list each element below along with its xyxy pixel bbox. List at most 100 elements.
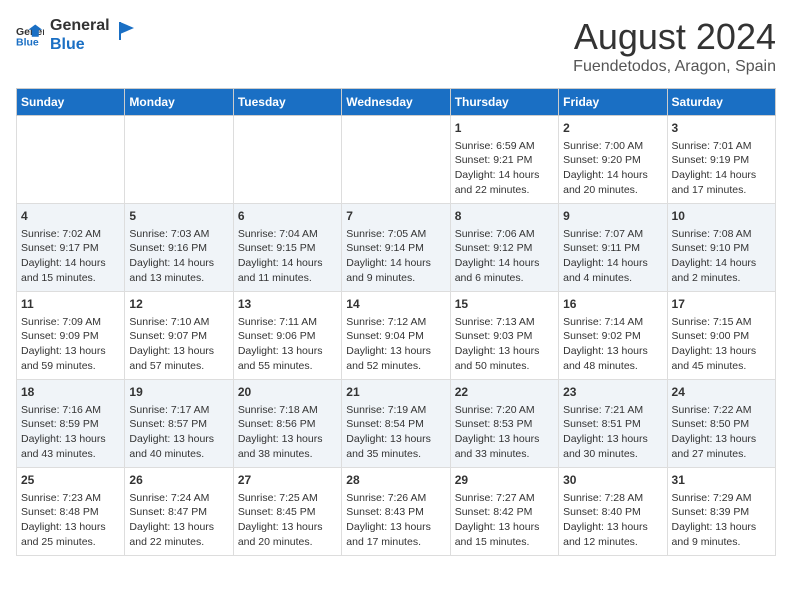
day-cell: 16Sunrise: 7:14 AMSunset: 9:02 PMDayligh…: [559, 292, 667, 380]
day-info-line: Sunrise: 7:18 AM: [238, 403, 337, 418]
day-number: 20: [238, 384, 337, 401]
day-info-line: and 55 minutes.: [238, 359, 337, 374]
week-row-4: 18 Sunrise: 7:16 AMSunset: 8:59 PM Dayligh…: [17, 380, 776, 468]
day-number: 21: [346, 384, 445, 401]
day-info-line: Sunrise: 7:25 AM: [238, 491, 337, 506]
day-cell: 27Sunrise: 7:25 AMSunset: 8:45 PMDayligh…: [233, 468, 341, 556]
day-info-line: and 59 minutes.: [21, 359, 120, 374]
day-info-line: Sunset: 9:00 PM: [672, 329, 771, 344]
day-info-line: Daylight: 14 hours: [455, 256, 554, 271]
day-info-line: Sunrise: 7:15 AM: [672, 315, 771, 330]
day-info-line: Sunrise: 7:08 AM: [672, 227, 771, 242]
day-info-line: Sunrise: 7:00 AM: [563, 139, 662, 154]
day-info-line: Sunrise: 7:06 AM: [455, 227, 554, 242]
day-info-line: Sunset: 9:15 PM: [238, 241, 337, 256]
day-info-line: Sunset: 8:48 PM: [21, 505, 120, 520]
day-info-line: Daylight: 13 hours: [129, 432, 228, 447]
day-info-line: Sunrise: 7:23 AM: [21, 491, 120, 506]
day-number: 12: [129, 296, 228, 313]
day-info-line: and 52 minutes.: [346, 359, 445, 374]
day-info-line: Sunset: 8:43 PM: [346, 505, 445, 520]
day-number: 14: [346, 296, 445, 313]
day-info-line: and 40 minutes.: [129, 447, 228, 462]
day-number: 25: [21, 472, 120, 489]
day-cell: 5Sunrise: 7:03 AMSunset: 9:16 PMDaylight…: [125, 204, 233, 292]
day-cell: 9Sunrise: 7:07 AMSunset: 9:11 PMDaylight…: [559, 204, 667, 292]
day-cell: [125, 116, 233, 204]
day-cell: 23Sunrise: 7:21 AMSunset: 8:51 PMDayligh…: [559, 380, 667, 468]
day-number: 8: [455, 208, 554, 225]
subtitle: Fuendetodos, Aragon, Spain: [573, 58, 776, 76]
day-number: 6: [238, 208, 337, 225]
logo: General Blue General Blue: [16, 16, 138, 54]
day-info-line: Daylight: 14 hours: [21, 256, 120, 271]
day-info-line: and 15 minutes.: [21, 271, 120, 286]
day-cell: 1Sunrise: 6:59 AMSunset: 9:21 PMDaylight…: [450, 116, 558, 204]
day-number: 27: [238, 472, 337, 489]
day-cell: 25Sunrise: 7:23 AMSunset: 8:48 PMDayligh…: [17, 468, 125, 556]
day-info-line: Sunrise: 7:24 AM: [129, 491, 228, 506]
day-info-line: Daylight: 13 hours: [129, 344, 228, 359]
week-row-5: 25 Sunrise: 7:23 AMSunset: 8:48 PM Dayligh…: [17, 468, 776, 556]
day-info-line: and 22 minutes.: [455, 183, 554, 198]
day-number: 5: [129, 208, 228, 225]
day-info-line: and 15 minutes.: [455, 535, 554, 550]
day-cell: 14Sunrise: 7:12 AMSunset: 9:04 PMDayligh…: [342, 292, 450, 380]
day-info-line: Sunset: 9:11 PM: [563, 241, 662, 256]
col-header-wednesday: Wednesday: [342, 89, 450, 116]
day-number: 17: [672, 296, 771, 313]
day-info-line: Sunrise: 7:03 AM: [129, 227, 228, 242]
day-info-line: and 48 minutes.: [563, 359, 662, 374]
day-info-line: and 20 minutes.: [238, 535, 337, 550]
day-info-line: Daylight: 13 hours: [563, 344, 662, 359]
day-number: 2: [563, 120, 662, 137]
week-row-3: 11Sunrise: 7:09 AMSunset: 9:09 PMDayligh…: [17, 292, 776, 380]
day-number: 31: [672, 472, 771, 489]
day-info-line: Sunset: 9:21 PM: [455, 153, 554, 168]
day-info-line: Daylight: 13 hours: [346, 520, 445, 535]
day-info-line: Sunrise: 7:28 AM: [563, 491, 662, 506]
day-cell: 31Sunrise: 7:29 AMSunset: 8:39 PMDayligh…: [667, 468, 775, 556]
day-cell: 11Sunrise: 7:09 AMSunset: 9:09 PMDayligh…: [17, 292, 125, 380]
day-info-line: Sunrise: 7:21 AM: [563, 403, 662, 418]
day-number: 10: [672, 208, 771, 225]
day-info-line: Sunrise: 7:11 AM: [238, 315, 337, 330]
day-info-line: Sunrise: 7:14 AM: [563, 315, 662, 330]
day-info-line: Sunset: 8:53 PM: [455, 417, 554, 432]
day-info-line: and 25 minutes.: [21, 535, 120, 550]
day-info-line: Sunrise: 7:29 AM: [672, 491, 771, 506]
day-info-line: Daylight: 13 hours: [455, 344, 554, 359]
day-number: 18: [21, 384, 120, 401]
day-info-line: Sunset: 9:10 PM: [672, 241, 771, 256]
day-info-line: Sunset: 9:07 PM: [129, 329, 228, 344]
day-info-line: Sunrise: 6:59 AM: [455, 139, 554, 154]
col-header-monday: Monday: [125, 89, 233, 116]
col-header-tuesday: Tuesday: [233, 89, 341, 116]
day-info-line: Sunrise: 7:16 AM: [21, 403, 120, 418]
week-row-2: 4Sunrise: 7:02 AMSunset: 9:17 PMDaylight…: [17, 204, 776, 292]
day-info-line: Sunrise: 7:26 AM: [346, 491, 445, 506]
day-info-line: Sunset: 9:12 PM: [455, 241, 554, 256]
day-cell: 21Sunrise: 7:19 AMSunset: 8:54 PMDayligh…: [342, 380, 450, 468]
day-info-line: Daylight: 13 hours: [346, 344, 445, 359]
day-number: 22: [455, 384, 554, 401]
week-row-1: 1Sunrise: 6:59 AMSunset: 9:21 PMDaylight…: [17, 116, 776, 204]
logo-flag-icon: [116, 20, 138, 42]
day-number: 4: [21, 208, 120, 225]
day-info-line: Daylight: 13 hours: [672, 520, 771, 535]
day-info-line: Daylight: 13 hours: [672, 344, 771, 359]
day-cell: 19Sunrise: 7:17 AMSunset: 8:57 PMDayligh…: [125, 380, 233, 468]
title-block: August 2024 Fuendetodos, Aragon, Spain: [573, 16, 776, 76]
day-info-line: Sunset: 9:03 PM: [455, 329, 554, 344]
day-cell: 10 Sunrise: 7:08 AMSunset: 9:10 PMDayligh…: [667, 204, 775, 292]
day-number: 28: [346, 472, 445, 489]
day-info-line: Sunset: 8:59 PM: [21, 417, 120, 432]
day-number: 7: [346, 208, 445, 225]
day-cell: 7Sunrise: 7:05 AMSunset: 9:14 PMDaylight…: [342, 204, 450, 292]
day-cell: 29Sunrise: 7:27 AMSunset: 8:42 PMDayligh…: [450, 468, 558, 556]
day-info-line: Daylight: 13 hours: [672, 432, 771, 447]
day-info-line: Sunset: 9:17 PM: [21, 241, 120, 256]
day-cell: 30Sunrise: 7:28 AMSunset: 8:40 PMDayligh…: [559, 468, 667, 556]
day-info-line: Daylight: 14 hours: [672, 256, 771, 271]
day-info-line: and 50 minutes.: [455, 359, 554, 374]
